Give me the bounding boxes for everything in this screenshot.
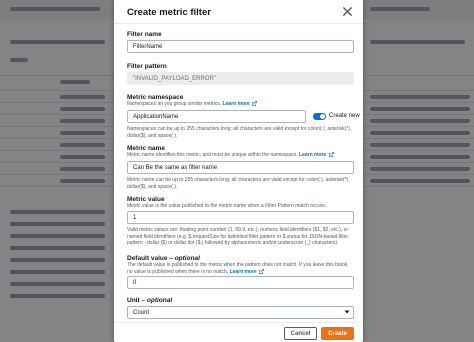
default-value-label: Default value – optional [127, 255, 200, 262]
unit-select[interactable]: Count [127, 306, 354, 319]
metric-value-description: Metric value is the value published to t… [127, 203, 327, 209]
metric-name-description-text: Metric name identifies this metric, and … [127, 152, 298, 158]
metric-name-label: Metric name [127, 145, 165, 152]
metric-namespace-constraint: Namespaces can be up to 255 characters l… [127, 126, 352, 139]
default-value-optional: optional [174, 255, 200, 262]
metric-namespace-label: Metric namespace [127, 94, 184, 101]
cancel-button[interactable]: Cancel [284, 327, 317, 340]
external-link-icon [328, 152, 334, 158]
unit-label: Unit – optional [127, 297, 173, 304]
filter-name-input[interactable]: FilterName [127, 40, 354, 53]
create-button[interactable]: Create [321, 327, 354, 340]
metric-name-description: Metric name identifies this metric, and … [127, 152, 334, 159]
create-new-toggle-label: Create new [329, 113, 360, 119]
metric-namespace-learn-more-link[interactable]: Learn more [223, 101, 250, 107]
metric-value-label: Metric value [127, 196, 165, 203]
unit-selected-value: Count [133, 310, 150, 316]
filter-name-label: Filter name [127, 31, 162, 38]
create-new-namespace-toggle[interactable] [313, 113, 326, 120]
metric-name-constraint: Metric name can be up to 255 characters … [127, 177, 350, 190]
filter-pattern-label: Filter pattern [127, 63, 167, 70]
dialog-title: Create metric filter [127, 7, 211, 18]
external-link-icon [259, 268, 265, 274]
default-value-learn-more-link[interactable]: Learn more [230, 269, 257, 275]
default-value-description: The default value is published to the me… [127, 262, 355, 275]
close-icon[interactable] [342, 6, 353, 17]
metric-namespace-description: Namespaces let you group similar metrics… [127, 101, 258, 108]
filter-pattern-input: "INVALID_PAYLOAD_ERROR" [127, 72, 354, 85]
metric-name-learn-more-link[interactable]: Learn more [299, 152, 326, 158]
create-metric-filter-dialog: Create metric filter Filter name FilterN… [114, 0, 363, 342]
metric-name-input[interactable]: Can Be the same as filter name [127, 161, 354, 174]
default-value-label-text: Default value [127, 255, 168, 262]
external-link-icon [252, 101, 258, 107]
metric-value-constraint: Valid metric values are: floating point … [127, 227, 349, 246]
unit-optional: optional [146, 297, 173, 304]
dialog-footer: Cancel Create [114, 322, 363, 342]
unit-label-text: Unit [127, 297, 140, 304]
metric-value-input[interactable]: 1 [127, 211, 354, 224]
dialog-header: Create metric filter [114, 0, 363, 24]
default-value-input[interactable]: 0 [127, 276, 354, 289]
caret-down-icon [344, 310, 350, 314]
metric-namespace-description-text: Namespaces let you group similar metrics… [127, 101, 222, 107]
metric-namespace-input[interactable]: ApplicationName [127, 110, 306, 123]
